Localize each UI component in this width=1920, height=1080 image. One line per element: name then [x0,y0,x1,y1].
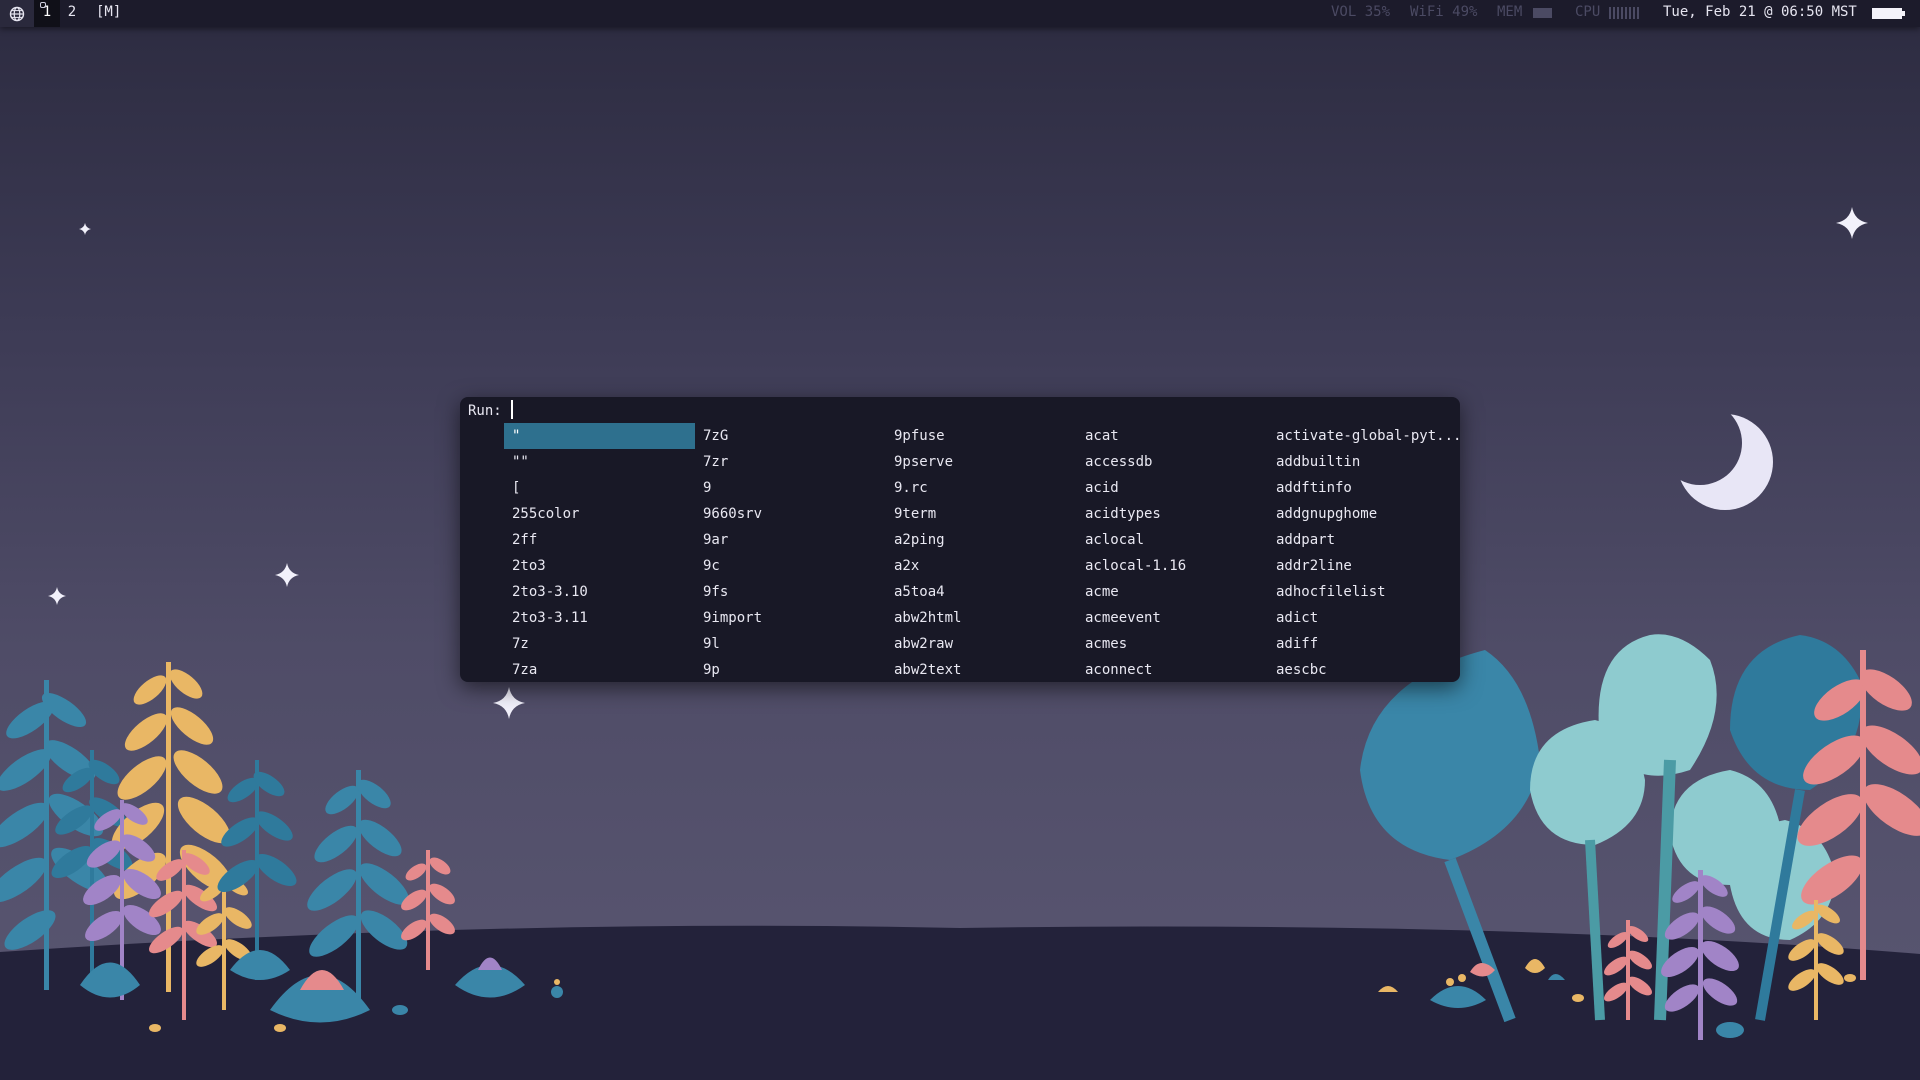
cpu-label: CPU [1575,4,1601,20]
completion-item[interactable]: 2to3 [504,553,695,579]
completion-item[interactable]: 7z [504,631,695,657]
memory-label: MEM [1497,4,1523,20]
workspace-2-tag[interactable]: 2 [63,0,81,27]
completion-item[interactable]: 7za [504,657,695,683]
completion-item[interactable]: abw2raw [886,631,1077,657]
left-plant-illustration [0,662,563,1032]
completion-item[interactable]: acid [1077,475,1268,501]
completion-item[interactable]: acme [1077,579,1268,605]
volume-status[interactable]: VOL 35% [1331,0,1390,27]
sparkle-star-icon [48,587,66,605]
moon-icon [1677,414,1773,510]
completion-item[interactable]: activate-global-pyt... [1268,423,1459,449]
occupied-indicator [40,2,46,8]
run-command-input[interactable] [509,401,709,421]
completion-item[interactable]: aclocal [1077,527,1268,553]
completion-item[interactable]: a2x [886,553,1077,579]
clock: Tue, Feb 21 @ 06:50 MST [1663,4,1857,20]
battery-icon [1872,8,1905,19]
completion-item[interactable]: accessdb [1077,449,1268,475]
completion-item[interactable]: 7zG [695,423,886,449]
completion-item[interactable]: aconnect [1077,657,1268,683]
completion-item[interactable]: 255color [504,501,695,527]
workspace-1-tag[interactable]: 1 [34,0,60,27]
completion-item[interactable]: " [504,423,695,449]
completion-item[interactable]: 9 [695,475,886,501]
completion-item[interactable]: 9660srv [695,501,886,527]
completion-item[interactable]: addr2line [1268,553,1459,579]
completion-item[interactable]: 9c [695,553,886,579]
layout-indicator[interactable]: [M] [96,0,121,27]
run-launcher-dialog[interactable]: Run: " 7zG 9pfuse acat activate-global-pyt..… [460,397,1460,682]
cpu-bars-icon [1609,7,1639,19]
completion-item[interactable]: adhocfilelist [1268,579,1459,605]
top-status-bar: 1 2 [M] VOL 35% WiFi 49% MEM CPU Tue, Fe… [0,0,1920,27]
completion-item[interactable]: acat [1077,423,1268,449]
completion-item[interactable]: 9import [695,605,886,631]
completion-item[interactable]: addpart [1268,527,1459,553]
completion-item[interactable]: 9p [695,657,886,683]
globe-icon[interactable] [0,0,34,27]
workspace-2-label: 2 [67,4,77,20]
completion-list: " 7zG 9pfuse acat activate-global-pyt... "" 7z… [504,423,1459,683]
completion-item[interactable]: abw2html [886,605,1077,631]
completion-item[interactable]: adiff [1268,631,1459,657]
completion-item[interactable]: aescbc [1268,657,1459,683]
completion-item[interactable]: acmes [1077,631,1268,657]
completion-item[interactable]: abw2text [886,657,1077,683]
completion-item[interactable]: 2to3-3.10 [504,579,695,605]
sparkle-star-icon [275,563,299,587]
completion-item[interactable]: 9term [886,501,1077,527]
text-cursor [511,400,513,419]
completion-item[interactable]: acmeevent [1077,605,1268,631]
sparkle-star-icon [1836,207,1868,239]
completion-item[interactable]: addgnupghome [1268,501,1459,527]
prompt-label: Run: [468,403,502,419]
completion-item[interactable]: addbuiltin [1268,449,1459,475]
completion-item[interactable]: a2ping [886,527,1077,553]
completion-item[interactable]: [ [504,475,695,501]
completion-item[interactable]: acidtypes [1077,501,1268,527]
completion-item[interactable]: 9.rc [886,475,1077,501]
completion-item[interactable]: 7zr [695,449,886,475]
completion-item[interactable]: addftinfo [1268,475,1459,501]
completion-item[interactable]: "" [504,449,695,475]
completion-item[interactable]: 2to3-3.11 [504,605,695,631]
sparkle-star-icon [79,223,91,235]
completion-item[interactable]: 9l [695,631,886,657]
completion-item[interactable]: 9pfuse [886,423,1077,449]
completion-item[interactable]: 9pserve [886,449,1077,475]
completion-item[interactable]: a5toa4 [886,579,1077,605]
completion-item[interactable]: 9ar [695,527,886,553]
completion-item[interactable]: 2ff [504,527,695,553]
memory-bar-icon [1533,8,1552,18]
right-plant-illustration [1360,634,1920,1040]
completion-item[interactable]: aclocal-1.16 [1077,553,1268,579]
completion-item[interactable]: adict [1268,605,1459,631]
wifi-status[interactable]: WiFi 49% [1410,0,1477,27]
completion-item[interactable]: 9fs [695,579,886,605]
